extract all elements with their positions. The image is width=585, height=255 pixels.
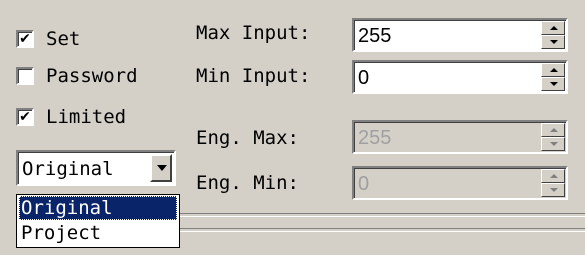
chevron-down-icon	[157, 165, 167, 171]
eng-min-increment	[541, 169, 565, 183]
min-input-label: Min Input:	[196, 65, 311, 87]
mode-combo-dropdown-button[interactable]	[150, 154, 172, 182]
max-input-label: Max Input:	[196, 22, 311, 44]
arrow-down-icon	[550, 142, 558, 146]
eng-min-spin-buttons	[541, 169, 565, 197]
eng-min-decrement	[541, 183, 565, 197]
arrow-down-icon	[550, 188, 558, 192]
dropdown-option-project[interactable]: Project	[19, 221, 177, 245]
checkbox-limited[interactable]: ✔ Limited	[16, 104, 126, 130]
min-input-field[interactable]: 0	[358, 66, 369, 90]
max-input-spin-buttons	[541, 21, 565, 49]
group-separator-bottom	[180, 228, 585, 232]
arrow-up-icon	[550, 68, 558, 72]
mode-dropdown-list: Original Project	[16, 194, 180, 248]
mode-combo[interactable]: Original	[16, 150, 176, 186]
eng-max-field: 255	[358, 127, 392, 149]
checkbox-password-box[interactable]	[16, 67, 34, 85]
eng-max-spin-buttons	[541, 123, 565, 151]
arrow-up-icon	[550, 128, 558, 132]
eng-min-field: 0	[358, 173, 370, 195]
eng-max-label: Eng. Max:	[196, 127, 299, 149]
mode-combo-value: Original	[22, 158, 114, 180]
max-input-spinbox[interactable]: 255	[352, 18, 568, 52]
arrow-up-icon	[550, 174, 558, 178]
group-separator-top	[180, 213, 585, 217]
eng-max-increment	[541, 123, 565, 137]
check-icon: ✔	[19, 109, 31, 125]
min-input-spinbox[interactable]: 0	[352, 60, 568, 94]
check-icon: ✔	[19, 31, 31, 47]
max-input-decrement[interactable]	[541, 35, 565, 49]
checkbox-limited-label[interactable]: Limited	[46, 104, 126, 130]
eng-max-spinbox: 255	[352, 120, 568, 154]
min-input-spin-buttons	[541, 63, 565, 91]
min-input-increment[interactable]	[541, 63, 565, 77]
min-input-decrement[interactable]	[541, 77, 565, 91]
eng-min-label: Eng. Min:	[196, 172, 299, 194]
checkbox-set[interactable]: ✔ Set	[16, 26, 80, 52]
checkbox-limited-box[interactable]: ✔	[16, 108, 34, 126]
checkbox-set-box[interactable]: ✔	[16, 30, 34, 48]
arrow-down-icon	[550, 40, 558, 44]
checkbox-set-label[interactable]: Set	[46, 26, 80, 52]
arrow-up-icon	[550, 26, 558, 30]
arrow-down-icon	[550, 82, 558, 86]
max-input-field[interactable]: 255	[358, 24, 391, 48]
eng-max-decrement	[541, 137, 565, 151]
max-input-increment[interactable]	[541, 21, 565, 35]
eng-min-spinbox: 0	[352, 166, 568, 200]
checkbox-password[interactable]: Password	[16, 63, 138, 89]
dropdown-option-original[interactable]: Original	[19, 196, 177, 220]
checkbox-password-label[interactable]: Password	[46, 63, 138, 89]
